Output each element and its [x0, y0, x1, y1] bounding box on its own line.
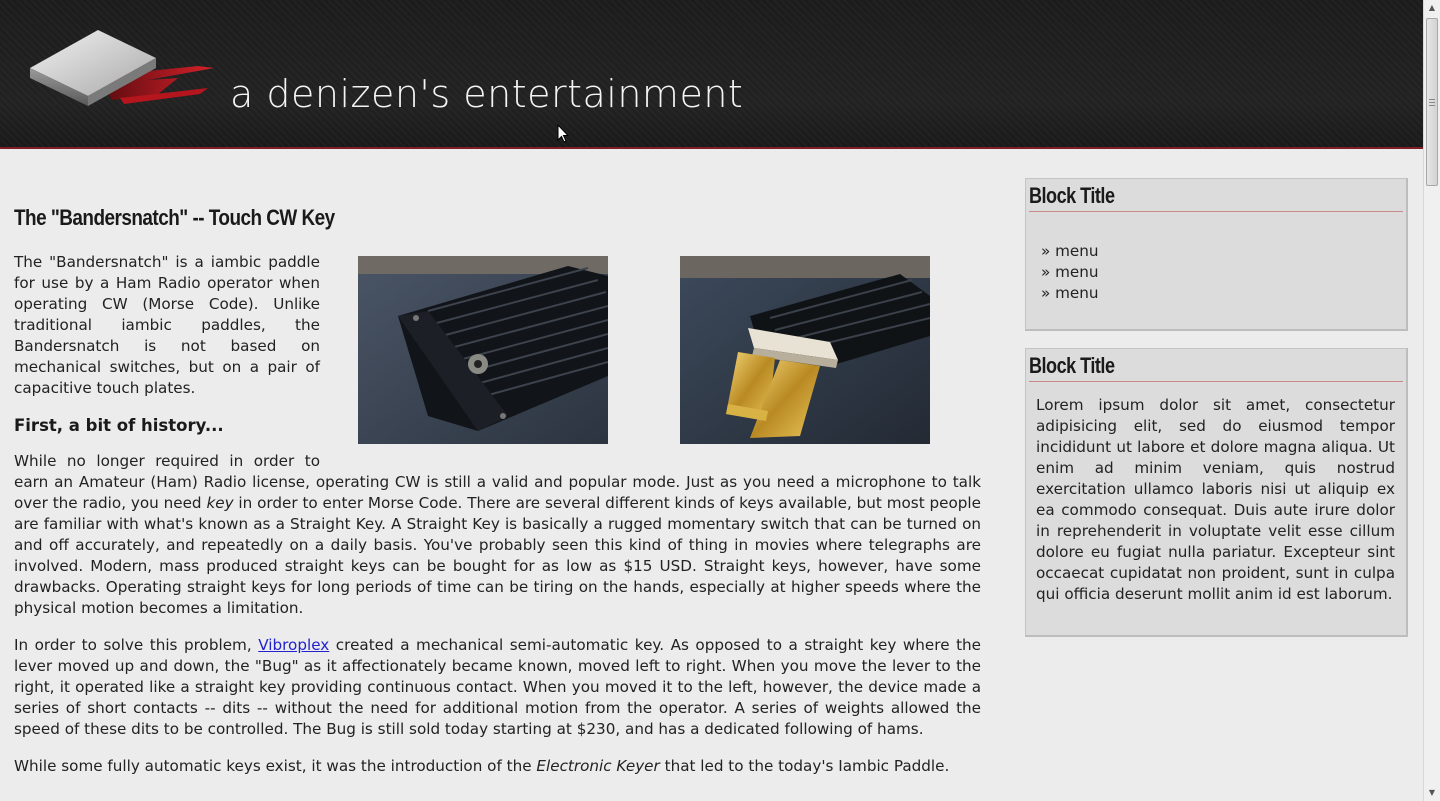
history-paragraph-1: While no longer required in order to ear… [14, 451, 981, 619]
site-header: a denizen's entertainment [0, 0, 1423, 149]
scroll-down-arrow-icon[interactable]: ▼ [1424, 785, 1440, 801]
block-title-text: Block Title [1029, 183, 1115, 208]
article-title: The "Bandersnatch" -- Touch CW Key [14, 205, 335, 230]
sidebar-menu-item[interactable]: » menu [1041, 283, 1406, 304]
scroll-thumb[interactable] [1426, 18, 1438, 186]
site-logo[interactable] [28, 28, 218, 108]
main-content: The "Bandersnatch" -- Touch CW Key The "… [14, 196, 981, 777]
history-paragraph-3: While some fully automatic keys exist, i… [14, 756, 981, 777]
vertical-scrollbar[interactable]: ▲ ▼ [1423, 0, 1440, 801]
sidebar-menu-item[interactable]: » menu [1041, 262, 1406, 283]
photo-key-touch-plates[interactable] [680, 256, 930, 444]
sidebar-menu: » menu » menu » menu [1041, 241, 1406, 304]
para3-text-a: While some fully automatic keys exist, i… [14, 757, 537, 775]
para1-text-b: in order to enter Morse Code. There are … [14, 494, 981, 617]
para3-text-b: that led to the today's Iambic Paddle. [659, 757, 950, 775]
sidebar-menu-block: Block Title » menu » menu » menu [1025, 178, 1408, 331]
para2-text-a: In order to solve this problem, [14, 636, 259, 654]
photo-gallery [336, 256, 981, 466]
para1-emphasis: key [206, 494, 234, 512]
sidebar-text-block: Block Title Lorem ipsum dolor sit amet, … [1025, 348, 1408, 637]
scroll-up-arrow-icon[interactable]: ▲ [1424, 0, 1440, 16]
block-title-text: Block Title [1029, 353, 1115, 378]
history-paragraph-2: In order to solve this problem, Vibrople… [14, 635, 981, 740]
sidebar-menu-item[interactable]: » menu [1041, 241, 1406, 262]
vibroplex-link[interactable]: Vibroplex [258, 636, 329, 654]
block-body-text: Lorem ipsum dolor sit amet, consectetur … [1036, 396, 1395, 603]
block-title: Block Title [1029, 349, 1403, 382]
grip-icon [1429, 99, 1435, 106]
block-title: Block Title [1029, 179, 1403, 212]
site-title[interactable]: a denizen's entertainment [230, 72, 743, 116]
photo-key-side[interactable] [358, 256, 608, 444]
para3-emphasis: Electronic Keyer [536, 757, 660, 775]
mouse-pointer-icon [557, 124, 569, 143]
